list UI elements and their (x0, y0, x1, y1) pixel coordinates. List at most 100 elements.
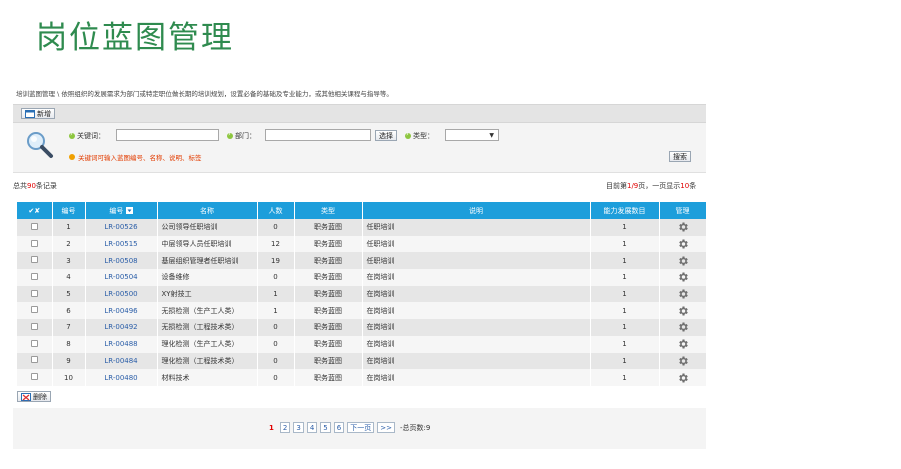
row-name: 公司领导任职培训 (157, 219, 258, 236)
row-code-link[interactable]: LR-00526 (85, 219, 158, 236)
select-all-header[interactable]: ✔✘ (17, 202, 53, 219)
new-button[interactable]: 新增 (21, 108, 55, 119)
row-code-link[interactable]: LR-00500 (85, 285, 158, 303)
next-page-button[interactable]: 下一页 (347, 422, 375, 433)
table-row: 3 LR-00508 基层组织管理者任职培训 19 职务蓝图 任职培训 1 (17, 252, 707, 270)
row-checkbox[interactable] (30, 339, 38, 347)
keyword-input[interactable] (116, 129, 219, 141)
row-code-link[interactable]: LR-00480 (85, 369, 158, 386)
gear-icon[interactable] (677, 372, 689, 384)
row-index: 10 (52, 369, 86, 386)
row-dev-count: 1 (590, 285, 660, 303)
page-link[interactable]: 3 (293, 422, 304, 433)
row-name: XY射技工 (157, 285, 258, 303)
gear-icon[interactable] (677, 271, 689, 283)
total-pages: -总页数:9 (399, 423, 431, 432)
row-desc: 在岗培训 (362, 285, 591, 303)
row-type: 职务蓝图 (294, 319, 363, 336)
row-desc: 在岗培训 (362, 319, 591, 336)
row-name: 基层组织管理者任职培训 (157, 252, 258, 270)
gear-icon[interactable] (677, 305, 689, 317)
row-desc: 在岗培训 (362, 369, 591, 386)
col-people-header: 人数 (257, 202, 295, 219)
row-type: 职务蓝图 (294, 269, 363, 286)
table-row: 1 LR-00526 公司领导任职培训 0 职务蓝图 任职培训 1 (17, 219, 707, 236)
gear-icon[interactable] (677, 255, 689, 267)
row-code-link[interactable]: LR-00515 (85, 235, 158, 253)
row-index: 5 (52, 285, 86, 303)
search-hint: 关键词可输入蓝图编号、名称、说明、标签 (69, 152, 202, 162)
row-checkbox[interactable] (30, 222, 38, 230)
col-dev-header: 能力发展数目 (590, 202, 660, 219)
last-page-button[interactable]: >> (377, 422, 395, 433)
bullet-icon (405, 130, 411, 139)
gear-icon[interactable] (677, 238, 689, 250)
row-dev-count: 1 (590, 235, 660, 253)
gear-icon[interactable] (677, 321, 689, 333)
page-info: 目前第1/9页，一页显示10条 (606, 182, 697, 190)
col-index-header: 编号 (52, 202, 86, 219)
row-name: 无损检测（工程技术类） (157, 319, 258, 336)
search-button[interactable]: 搜索 (669, 151, 691, 162)
row-code-link[interactable]: LR-00484 (85, 352, 158, 370)
delete-button[interactable]: 删除 (17, 391, 51, 402)
row-code-link[interactable]: LR-00508 (85, 252, 158, 270)
row-people: 0 (257, 219, 295, 236)
page-link[interactable]: 4 (306, 422, 318, 433)
row-checkbox[interactable] (30, 322, 38, 330)
new-button-label: 新增 (37, 109, 51, 118)
type-select[interactable]: ▼ (445, 129, 499, 141)
row-name: 设备维修 (157, 269, 258, 286)
row-checkbox[interactable] (30, 239, 38, 247)
row-index: 2 (52, 235, 86, 253)
row-checkbox[interactable] (30, 272, 38, 280)
gear-icon[interactable] (677, 355, 689, 367)
add-doc-icon (25, 109, 35, 118)
row-code-link[interactable]: LR-00488 (85, 335, 158, 353)
row-code-link[interactable]: LR-00492 (85, 319, 158, 336)
row-checkbox[interactable] (30, 373, 38, 381)
dept-input[interactable] (265, 129, 371, 141)
row-index: 3 (52, 252, 86, 270)
table-row: 5 LR-00500 XY射技工 1 职务蓝图 在岗培训 1 (17, 285, 707, 303)
page-title: 岗位蓝图管理 (36, 20, 234, 56)
col-code-header[interactable]: 编号 (85, 202, 158, 219)
row-checkbox[interactable] (30, 289, 38, 297)
row-index: 1 (52, 219, 86, 236)
gear-icon[interactable] (677, 338, 689, 350)
row-dev-count: 1 (590, 352, 660, 370)
page-link[interactable]: 2 (279, 422, 291, 433)
row-code-link[interactable]: LR-00496 (85, 302, 158, 320)
row-type: 职务蓝图 (294, 335, 363, 353)
row-people: 12 (257, 235, 295, 253)
row-checkbox[interactable] (30, 356, 38, 364)
delete-icon (21, 392, 31, 401)
gear-icon[interactable] (677, 221, 689, 233)
delete-button-label: 删除 (33, 392, 47, 401)
page-link[interactable]: 6 (333, 422, 345, 433)
row-people: 1 (257, 302, 295, 320)
row-desc: 在岗培训 (362, 335, 591, 353)
table-row: 4 LR-00504 设备维修 0 职务蓝图 在岗培训 1 (17, 269, 707, 286)
row-people: 0 (257, 319, 295, 336)
row-code-link[interactable]: LR-00504 (85, 269, 158, 286)
row-checkbox[interactable] (30, 256, 38, 264)
row-index: 8 (52, 335, 86, 353)
row-dev-count: 1 (590, 335, 660, 353)
table-row: 10 LR-00480 材料技术 0 职务蓝图 在岗培训 1 (17, 369, 707, 386)
table-row: 9 LR-00484 理化检测（工程技术类） 0 职务蓝图 在岗培训 1 (17, 352, 707, 370)
sort-icon[interactable] (125, 207, 133, 214)
col-manage-header: 管理 (659, 202, 707, 219)
row-checkbox[interactable] (30, 306, 38, 314)
info-icon (69, 154, 75, 160)
row-dev-count: 1 (590, 269, 660, 286)
row-desc: 任职培训 (362, 219, 591, 236)
dropdown-arrow-icon: ▼ (489, 131, 494, 139)
col-type-header: 类型 (294, 202, 363, 219)
row-dev-count: 1 (590, 219, 660, 236)
row-type: 职务蓝图 (294, 235, 363, 253)
gear-icon[interactable] (677, 288, 689, 300)
select-button[interactable]: 选择 (375, 130, 397, 141)
bullet-icon (227, 130, 233, 139)
page-link[interactable]: 5 (320, 422, 331, 433)
